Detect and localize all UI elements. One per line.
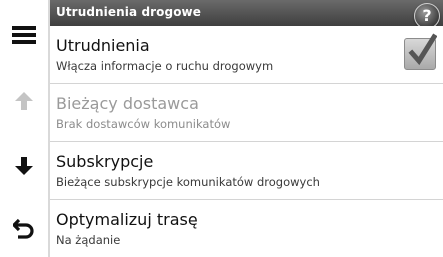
scroll-up-button[interactable]	[0, 72, 48, 130]
page-title: Utrudnienia drogowe	[56, 5, 201, 19]
title-bar: Utrudnienia drogowe	[50, 0, 443, 26]
list-item-subtitle: Na żądanie	[56, 233, 121, 247]
list-item-current-provider: Bieżący dostawca Brak dostawców komunika…	[50, 84, 443, 142]
list-item-title: Optymalizuj trasę	[56, 210, 198, 229]
question-mark-icon: ?	[422, 6, 432, 25]
list-item-subtitle: Bieżące subskrypcje komunikatów drogowyc…	[56, 175, 320, 189]
navigation-rail	[0, 0, 48, 257]
list-item-title: Bieżący dostawca	[56, 94, 199, 113]
traffic-checkbox[interactable]	[404, 33, 437, 70]
arrow-down-icon	[14, 156, 34, 176]
list-item-subtitle: Brak dostawców komunikatów	[56, 117, 231, 131]
arrow-up-icon	[14, 91, 34, 111]
scroll-down-button[interactable]	[0, 137, 48, 195]
list-item-title: Utrudnienia	[56, 36, 150, 55]
list-item-traffic[interactable]: Utrudnienia Włącza informacje o ruchu dr…	[50, 26, 443, 84]
list-item-optimize-route[interactable]: Optymalizuj trasę Na żądanie	[50, 200, 443, 257]
menu-button[interactable]	[0, 6, 48, 64]
list-item-subscriptions[interactable]: Subskrypcje Bieżące subskrypcje komunika…	[50, 142, 443, 200]
hamburger-menu-icon	[11, 25, 37, 45]
list-item-subtitle: Włącza informacje o ruchu drogowym	[56, 59, 274, 73]
traffic-settings-screen: Utrudnienia drogowe ? Utrudnienia Włącza…	[0, 0, 443, 257]
list-item-title: Subskrypcje	[56, 152, 154, 171]
back-button[interactable]	[0, 199, 48, 257]
back-arrow-icon	[13, 217, 35, 239]
